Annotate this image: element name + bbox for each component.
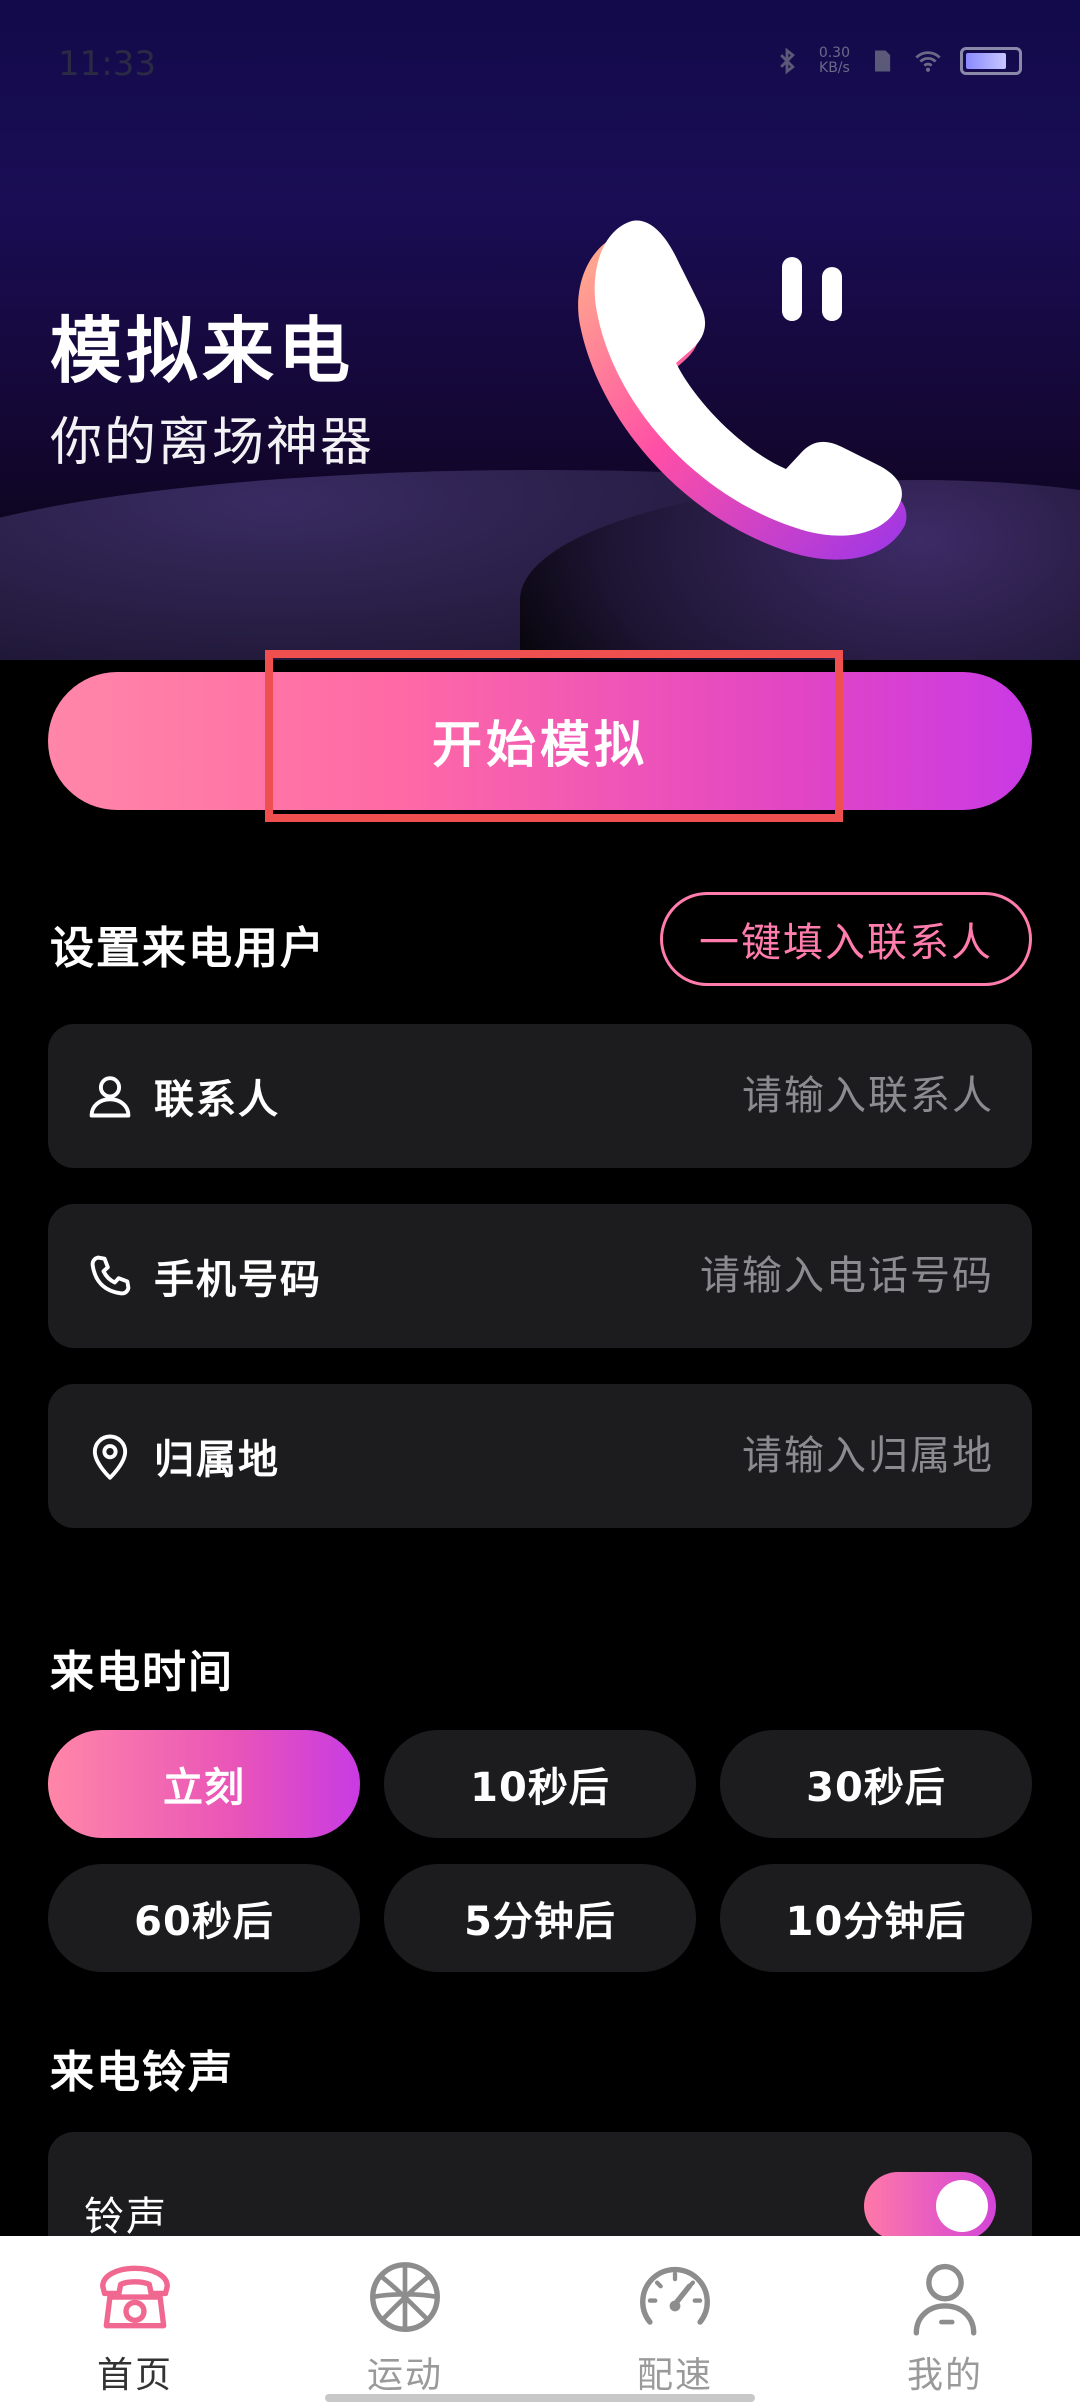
- highlight-box: [265, 650, 843, 822]
- phone-number-input[interactable]: [322, 1252, 996, 1300]
- wifi-icon: [915, 51, 941, 72]
- bluetooth-icon: [780, 47, 795, 75]
- phone-number-field[interactable]: 手机号码: [48, 1204, 1032, 1348]
- fill-contacts-button[interactable]: 一键填入联系人: [660, 892, 1032, 986]
- basketball-icon: [370, 2262, 440, 2332]
- time-option-now[interactable]: 立刻: [48, 1730, 360, 1838]
- nav-label-sports: 运动: [366, 2355, 443, 2396]
- battery-icon: [960, 47, 1022, 75]
- battery-level-fill: [966, 53, 1006, 69]
- home-indicator[interactable]: [325, 2394, 755, 2402]
- time-option-30s[interactable]: 30秒后: [720, 1730, 1032, 1838]
- time-option-5min[interactable]: 5分钟后: [384, 1864, 696, 1972]
- net-speed-unit: KB/s: [819, 60, 850, 76]
- nav-item-mine[interactable]: 我的: [810, 2236, 1080, 2408]
- simulated-call-page: 11:33 0.30 KB/s 模拟来电 你的离场神器 开始模拟 设置来电用户 …: [0, 0, 1080, 2408]
- net-speed-value: 0.30: [818, 45, 850, 61]
- contact-field[interactable]: 联系人: [48, 1024, 1032, 1168]
- time-option-10min[interactable]: 10分钟后: [720, 1864, 1032, 1972]
- phone-handset-illustration: [578, 220, 907, 560]
- status-time: 11:33: [58, 44, 156, 84]
- nav-label-home: 首页: [96, 2355, 173, 2396]
- contact-label: 联系人: [154, 1077, 280, 1123]
- status-icons: 0.30 KB/s: [773, 46, 1022, 76]
- time-option-10s[interactable]: 10秒后: [384, 1730, 696, 1838]
- ringtone-section-title: 来电铃声: [50, 2047, 234, 2098]
- caller-section-title: 设置来电用户: [50, 923, 326, 974]
- bottom-navigation: 首页 运动 配速 我的: [0, 2236, 1080, 2408]
- ringtone-label: 铃声: [84, 2194, 168, 2240]
- location-pin-icon: [92, 1434, 128, 1480]
- location-input[interactable]: [280, 1432, 996, 1480]
- phone-number-label: 手机号码: [154, 1257, 322, 1303]
- telephone-icon: [100, 2265, 170, 2329]
- time-section-title: 来电时间: [50, 1647, 234, 1698]
- phone-icon: [90, 1255, 131, 1296]
- network-speed: 0.30 KB/s: [819, 46, 850, 76]
- page-subtitle: 你的离场神器: [50, 413, 375, 473]
- nav-label-mine: 我的: [906, 2355, 983, 2396]
- ringtone-toggle[interactable]: [864, 2172, 996, 2240]
- user-icon: [913, 2263, 977, 2336]
- hero-banner: 11:33 0.30 KB/s 模拟来电 你的离场神器: [0, 0, 1080, 660]
- status-bar: 11:33 0.30 KB/s: [0, 0, 1080, 120]
- sim-card-icon: [875, 50, 891, 72]
- page-title: 模拟来电: [50, 309, 355, 393]
- nav-item-sports[interactable]: 运动: [270, 2236, 540, 2408]
- nav-item-home[interactable]: 首页: [0, 2236, 270, 2408]
- nav-label-pace: 配速: [636, 2355, 713, 2396]
- location-label: 归属地: [154, 1437, 280, 1483]
- speedometer-icon: [640, 2266, 710, 2325]
- nav-item-pace[interactable]: 配速: [540, 2236, 810, 2408]
- location-field[interactable]: 归属地: [48, 1384, 1032, 1528]
- time-option-60s[interactable]: 60秒后: [48, 1864, 360, 1972]
- person-icon: [89, 1076, 131, 1118]
- toggle-knob: [936, 2180, 988, 2232]
- contact-input[interactable]: [280, 1072, 996, 1120]
